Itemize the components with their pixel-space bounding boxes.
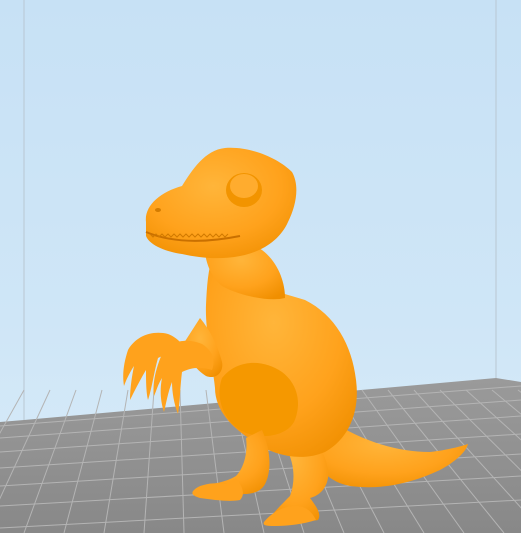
model-eye-ridge	[230, 174, 258, 198]
scene-canvas[interactable]	[0, 0, 521, 533]
model-nostril	[155, 208, 161, 212]
3d-viewport[interactable]	[0, 0, 521, 533]
model-head	[145, 147, 297, 259]
